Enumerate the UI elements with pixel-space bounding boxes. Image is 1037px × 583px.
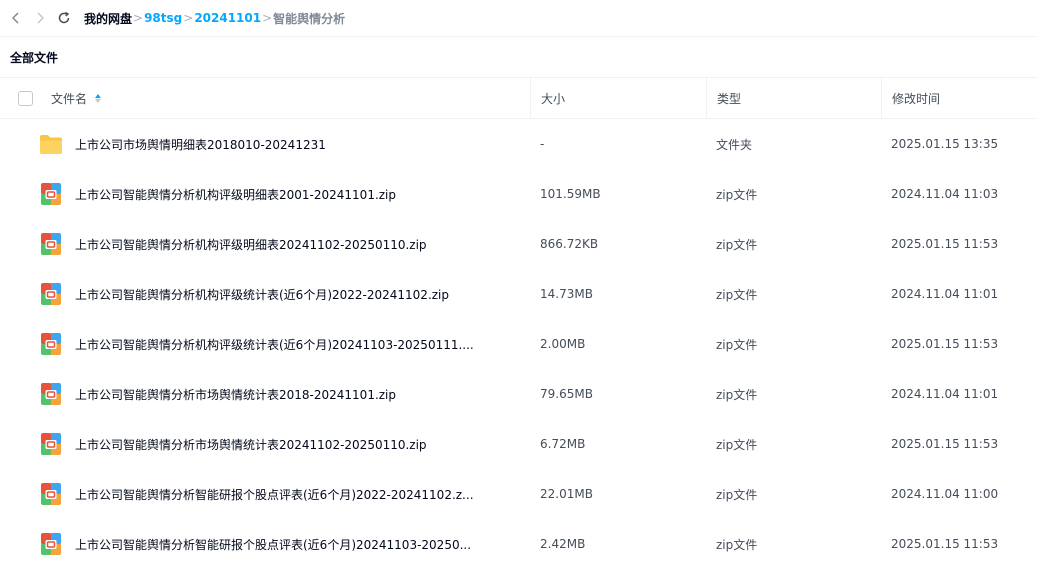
file-type: zip文件 — [716, 237, 758, 252]
table-row[interactable]: 上市公司智能舆情分析机构评级明细表20241102-20250110.zip 86… — [0, 219, 1037, 269]
column-header-name[interactable]: 文件名 — [40, 78, 530, 118]
file-name[interactable]: 上市公司智能舆情分析市场舆情统计表20241102-20250110.zip — [75, 436, 427, 453]
breadcrumb: 我的网盘 > 98tsg > 20241101 > 智能舆情分析 — [84, 10, 345, 27]
table-row[interactable]: 上市公司智能舆情分析机构评级明细表2001-20241101.zip 101.59… — [0, 169, 1037, 219]
file-name[interactable]: 上市公司智能舆情分析智能研报个股点评表(近6个月)2022-20241102.z… — [75, 486, 474, 503]
row-check-cell — [0, 119, 40, 169]
table-row[interactable]: 上市公司智能舆情分析市场舆情统计表2018-20241101.zip 79.65M… — [0, 369, 1037, 419]
column-header-modified[interactable]: 修改时间 — [881, 78, 1037, 118]
file-name-cell: 上市公司智能舆情分析智能研报个股点评表(近6个月)20241103-20250.… — [40, 519, 530, 569]
zip-icon — [37, 430, 65, 458]
zip-icon — [37, 280, 65, 308]
zip-icon — [37, 230, 65, 258]
file-modified: 2024.11.04 11:01 — [891, 387, 999, 401]
row-check-cell — [0, 219, 40, 269]
table-header: 文件名 大小 类型 修改时间 — [0, 77, 1037, 119]
file-size: 101.59MB — [540, 187, 601, 201]
file-modified: 2025.01.15 13:35 — [891, 137, 999, 151]
back-button[interactable] — [4, 0, 28, 36]
file-modified: 2025.01.15 11:53 — [891, 237, 999, 251]
row-check-cell — [0, 319, 40, 369]
breadcrumb-separator: > — [183, 11, 194, 25]
row-check-cell — [0, 419, 40, 469]
file-name-cell: 上市公司智能舆情分析机构评级统计表(近6个月)20241103-20250111… — [40, 319, 530, 369]
file-name-cell: 上市公司智能舆情分析机构评级明细表20241102-20250110.zip — [40, 219, 530, 269]
refresh-button[interactable] — [52, 0, 76, 36]
breadcrumb-98tsg[interactable]: 98tsg — [144, 11, 182, 25]
column-header-name-label: 文件名 — [51, 91, 88, 106]
sort-icon[interactable] — [95, 93, 102, 103]
file-name[interactable]: 上市公司智能舆情分析市场舆情统计表2018-20241101.zip — [75, 386, 396, 403]
folder-icon — [37, 130, 65, 158]
file-size: - — [540, 137, 545, 151]
file-size: 866.72KB — [540, 237, 599, 251]
file-size: 14.73MB — [540, 287, 593, 301]
breadcrumb-current: 智能舆情分析 — [273, 11, 346, 26]
breadcrumb-home[interactable]: 我的网盘 — [84, 10, 132, 27]
file-type: zip文件 — [716, 437, 758, 452]
file-type: zip文件 — [716, 287, 758, 302]
file-size: 22.01MB — [540, 487, 593, 501]
file-name-cell: 上市公司智能舆情分析机构评级明细表2001-20241101.zip — [40, 169, 530, 219]
file-name-cell: 上市公司市场舆情明细表2018010-20241231 — [40, 119, 530, 169]
file-name[interactable]: 上市公司智能舆情分析智能研报个股点评表(近6个月)20241103-20250.… — [75, 536, 471, 553]
column-header-size[interactable]: 大小 — [530, 78, 706, 118]
file-type: zip文件 — [716, 487, 758, 502]
breadcrumb-separator: > — [262, 11, 273, 25]
refresh-icon — [58, 11, 70, 24]
file-name[interactable]: 上市公司智能舆情分析机构评级明细表20241102-20250110.zip — [75, 236, 427, 253]
breadcrumb-20241101[interactable]: 20241101 — [194, 11, 261, 25]
zip-icon — [37, 330, 65, 358]
toolbar: 我的网盘 > 98tsg > 20241101 > 智能舆情分析 — [0, 0, 1037, 37]
chevron-left-icon — [11, 12, 19, 24]
file-name-cell: 上市公司智能舆情分析市场舆情统计表2018-20241101.zip — [40, 369, 530, 419]
file-name[interactable]: 上市公司智能舆情分析机构评级统计表(近6个月)2022-20241102.zip — [75, 286, 449, 303]
file-name-cell: 上市公司智能舆情分析机构评级统计表(近6个月)2022-20241102.zip — [40, 269, 530, 319]
row-check-cell — [0, 469, 40, 519]
file-type: zip文件 — [716, 337, 758, 352]
table-row[interactable]: 上市公司市场舆情明细表2018010-20241231 - 文件夹 2025.01.1… — [0, 119, 1037, 169]
zip-icon — [37, 380, 65, 408]
file-type: zip文件 — [716, 387, 758, 402]
file-modified: 2025.01.15 11:53 — [891, 337, 999, 351]
file-name[interactable]: 上市公司智能舆情分析机构评级统计表(近6个月)20241103-20250111… — [75, 336, 474, 353]
file-modified: 2024.11.04 11:01 — [891, 287, 999, 301]
table-row[interactable]: 上市公司智能舆情分析市场舆情统计表20241102-20250110.zip 6.… — [0, 419, 1037, 469]
file-name[interactable]: 上市公司智能舆情分析机构评级明细表2001-20241101.zip — [75, 186, 396, 203]
table-row[interactable]: 上市公司智能舆情分析智能研报个股点评表(近6个月)20241103-20250.… — [0, 519, 1037, 569]
row-check-cell — [0, 169, 40, 219]
file-size: 2.00MB — [540, 337, 586, 351]
file-modified: 2025.01.15 11:53 — [891, 537, 999, 551]
table-row[interactable]: 上市公司智能舆情分析智能研报个股点评表(近6个月)2022-20241102.z… — [0, 469, 1037, 519]
file-modified: 2025.01.15 11:53 — [891, 437, 999, 451]
file-modified: 2024.11.04 11:03 — [891, 187, 999, 201]
file-name-cell: 上市公司智能舆情分析市场舆情统计表20241102-20250110.zip — [40, 419, 530, 469]
table-row[interactable]: 上市公司智能舆情分析机构评级统计表(近6个月)2022-20241102.zip… — [0, 269, 1037, 319]
file-size: 79.65MB — [540, 387, 593, 401]
breadcrumb-separator: > — [133, 11, 144, 25]
chevron-right-icon — [37, 12, 45, 24]
row-check-cell — [0, 519, 40, 569]
file-name-cell: 上市公司智能舆情分析智能研报个股点评表(近6个月)2022-20241102.z… — [40, 469, 530, 519]
row-check-cell — [0, 369, 40, 419]
page-title: 全部文件 — [10, 50, 59, 65]
zip-icon — [37, 480, 65, 508]
file-size: 6.72MB — [540, 437, 586, 451]
zip-icon — [37, 530, 65, 558]
file-type: zip文件 — [716, 187, 758, 202]
file-size: 2.42MB — [540, 537, 586, 551]
column-header-type[interactable]: 类型 — [706, 78, 881, 118]
select-all-checkbox[interactable] — [17, 90, 33, 106]
file-modified: 2024.11.04 11:00 — [891, 487, 999, 501]
file-name[interactable]: 上市公司市场舆情明细表2018010-20241231 — [75, 136, 326, 153]
table-row[interactable]: 上市公司智能舆情分析机构评级统计表(近6个月)20241103-20250111… — [0, 319, 1037, 369]
select-all-cell — [0, 78, 40, 118]
zip-icon — [37, 180, 65, 208]
file-list: 上市公司市场舆情明细表2018010-20241231 - 文件夹 2025.01.1… — [0, 119, 1037, 569]
row-check-cell — [0, 269, 40, 319]
file-type: 文件夹 — [716, 137, 753, 152]
forward-button[interactable] — [28, 0, 52, 36]
file-type: zip文件 — [716, 537, 758, 552]
